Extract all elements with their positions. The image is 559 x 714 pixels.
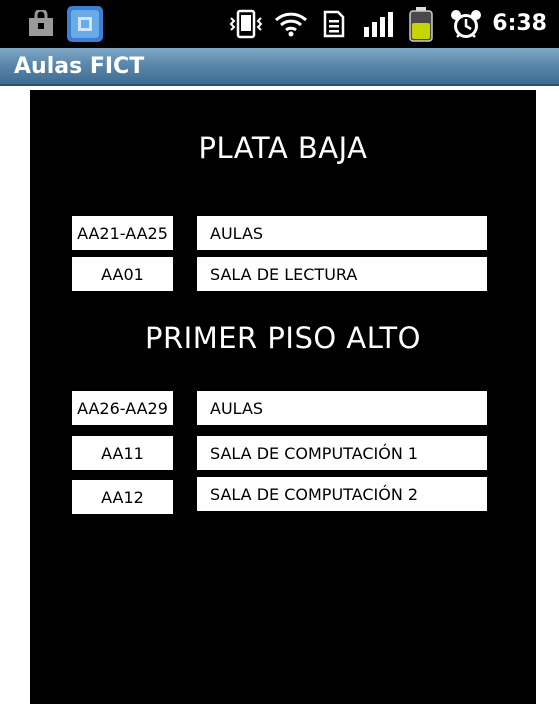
app-notification-icon <box>66 5 104 43</box>
status-time: 6:38 <box>492 11 547 36</box>
section-title-plata-baja: PLATA BAJA <box>198 131 368 165</box>
room-code-aa12: AA12 <box>72 480 173 514</box>
content-panel: PLATA BAJA AA21-AA25 AULAS AA01 SALA DE … <box>30 90 536 704</box>
alarm-icon <box>450 8 482 40</box>
room-description-aulas: AULAS <box>197 391 487 425</box>
app-title: Aulas FICT <box>14 54 145 79</box>
section-title-primer-piso-alto: PRIMER PISO ALTO <box>145 321 421 355</box>
phone-screen: 6:38 Aulas FICT PLATA BAJA AA21-AA25 AUL… <box>0 0 559 714</box>
battery-icon <box>408 6 434 42</box>
room-description-sala-de-computacion-1: SALA DE COMPUTACIÓN 1 <box>197 436 487 470</box>
wifi-icon <box>274 10 308 38</box>
room-description-aulas: AULAS <box>197 216 487 250</box>
room-code-aa01: AA01 <box>72 257 173 291</box>
room-code-aa11: AA11 <box>72 436 173 470</box>
vibrate-icon <box>228 9 264 39</box>
room-description-sala-de-lectura: SALA DE LECTURA <box>197 257 487 291</box>
shopping-bag-icon <box>26 10 56 38</box>
app-title-bar: Aulas FICT <box>0 48 559 86</box>
room-code-aa26-aa29: AA26-AA29 <box>72 391 173 425</box>
status-bar: 6:38 <box>0 0 559 48</box>
room-code-aa21-aa25: AA21-AA25 <box>72 216 173 250</box>
content-frame: PLATA BAJA AA21-AA25 AULAS AA01 SALA DE … <box>0 86 559 714</box>
signal-bars-icon <box>362 10 396 38</box>
sim-data-icon <box>322 10 346 38</box>
room-description-sala-de-computacion-2: SALA DE COMPUTACIÓN 2 <box>197 477 487 511</box>
